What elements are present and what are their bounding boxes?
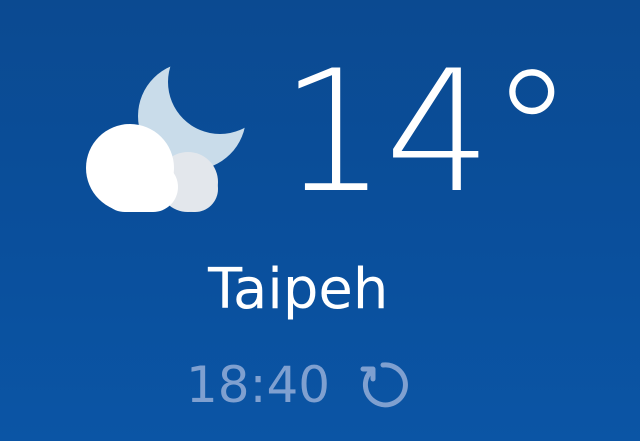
last-updated-row: 18:40 xyxy=(186,358,410,412)
refresh-button[interactable] xyxy=(356,358,410,412)
last-updated-time: 18:40 xyxy=(186,356,331,414)
location-name[interactable]: Taipeh xyxy=(208,262,388,318)
refresh-icon xyxy=(360,362,408,408)
temperature-value: 14° xyxy=(280,34,574,230)
weather-widget[interactable]: 14° Taipeh 18:40 xyxy=(0,0,640,441)
partly-cloudy-night-icon xyxy=(80,62,250,222)
